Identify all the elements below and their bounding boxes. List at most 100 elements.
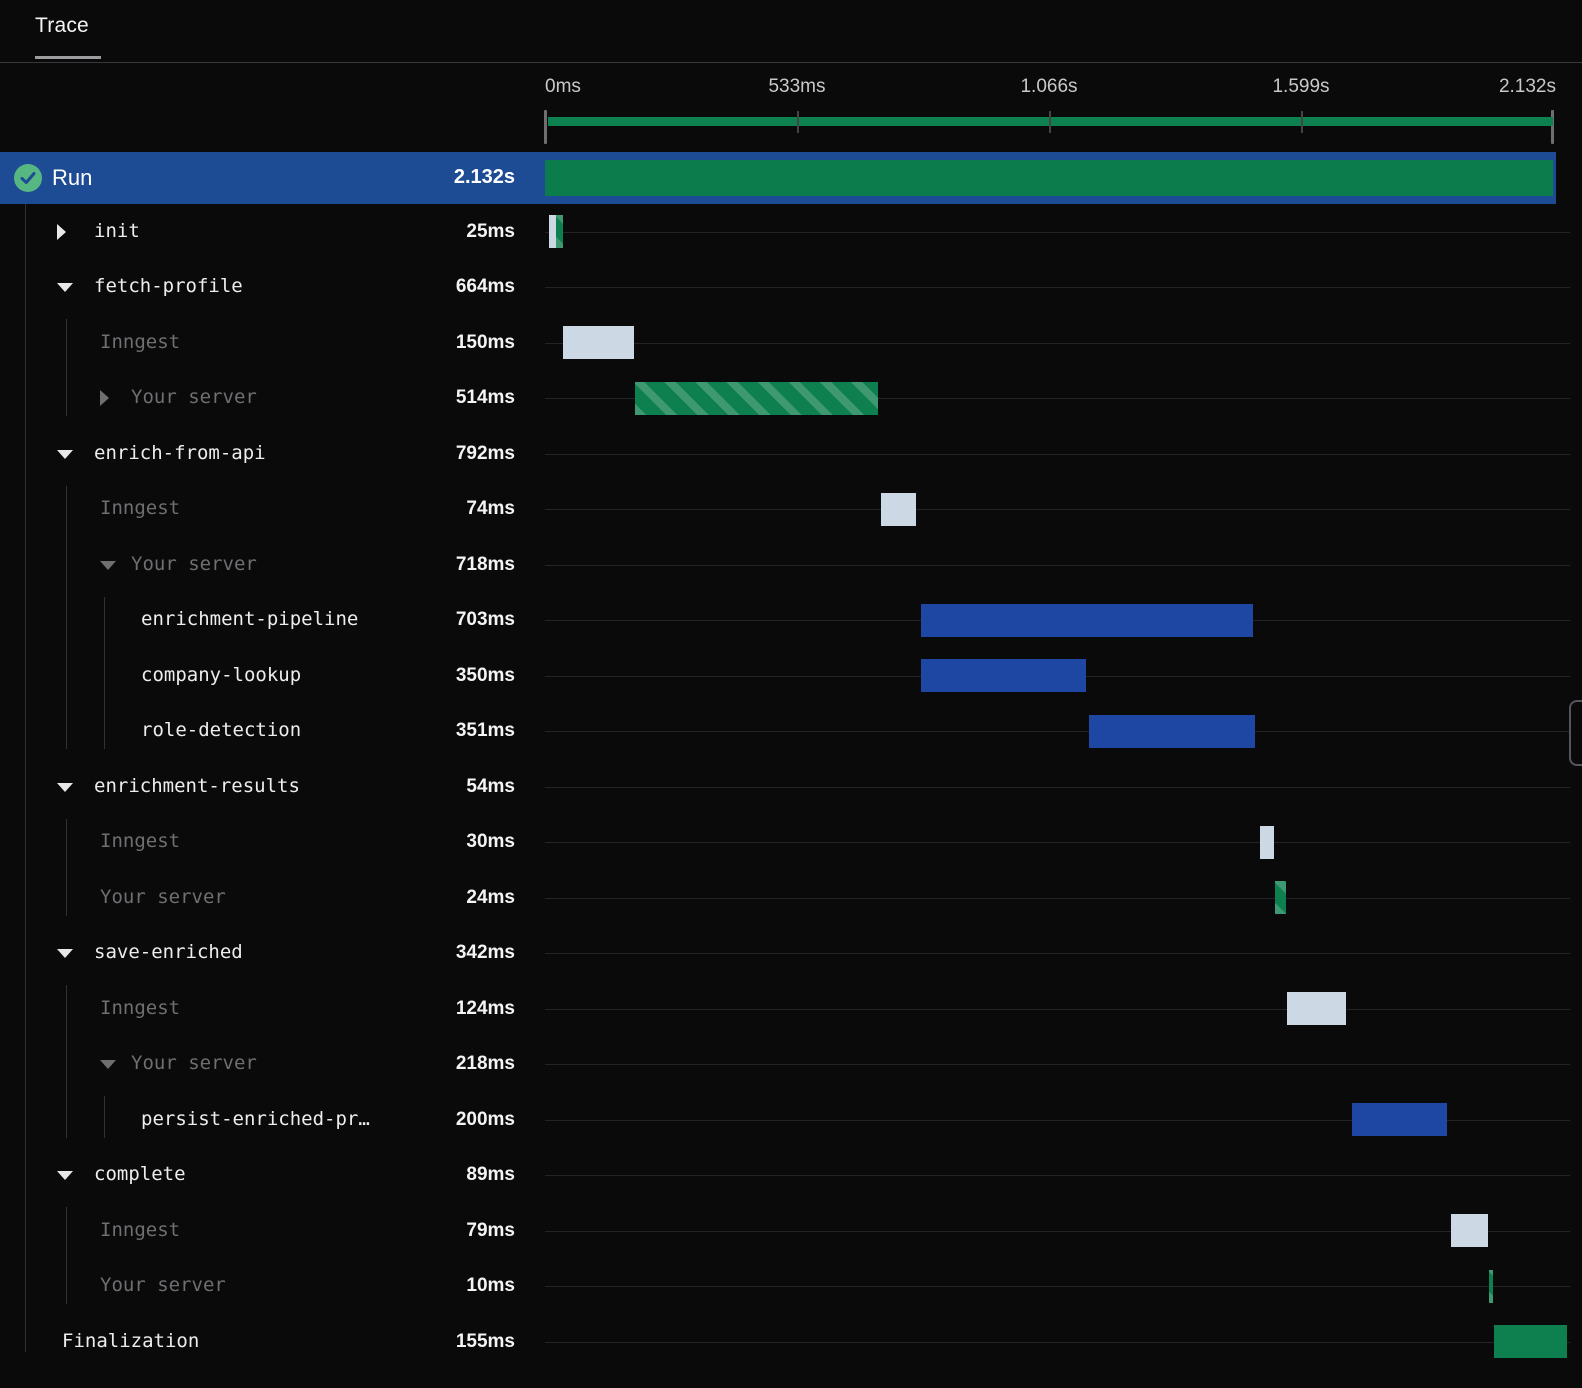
- indent-guide-line: [66, 1207, 67, 1304]
- span-bar-green-hatch[interactable]: [556, 215, 563, 249]
- trace-row-enrichment-pipeline[interactable]: enrichment-pipeline 703ms: [0, 593, 1582, 649]
- caret-down-icon[interactable]: [100, 1060, 116, 1070]
- trace-row-duration: 350ms: [455, 664, 515, 686]
- span-bar-green-hatch[interactable]: [634, 381, 878, 415]
- scrollbar-thumb[interactable]: [1569, 700, 1582, 766]
- span-bar-green-hatch[interactable]: [1488, 1269, 1494, 1303]
- span-bar-blue[interactable]: [1088, 714, 1255, 748]
- axis-tick-label: 0ms: [545, 76, 581, 97]
- trace-row-label: Your server: [100, 885, 226, 908]
- trace-row-duration: 155ms: [455, 1330, 515, 1352]
- run-span-bar[interactable]: [545, 160, 1553, 196]
- span-bar-gray[interactable]: [881, 492, 917, 526]
- row-gridline: [545, 1230, 1570, 1232]
- run-row[interactable]: Run 2.132s: [0, 152, 1556, 204]
- caret-down-icon[interactable]: [57, 449, 73, 459]
- span-bar-gray[interactable]: [1259, 825, 1275, 859]
- minimap-mid-tick: [1301, 111, 1303, 133]
- caret-right-icon[interactable]: [57, 223, 66, 240]
- trace-row-role-detection[interactable]: role-detection 351ms: [0, 704, 1582, 760]
- span-bar-gray[interactable]: [562, 326, 634, 360]
- trace-row-label: Your server: [131, 386, 257, 409]
- tab-bar: Trace: [0, 0, 1582, 63]
- trace-row-persist-enriched-pr-[interactable]: persist-enriched-pr… 200ms: [0, 1092, 1582, 1148]
- caret-down-icon[interactable]: [57, 782, 73, 792]
- trace-row-company-lookup[interactable]: company-lookup 350ms: [0, 648, 1582, 704]
- span-bar-gray[interactable]: [1287, 992, 1346, 1026]
- trace-row-duration: 25ms: [466, 220, 515, 242]
- tab-trace[interactable]: Trace: [35, 14, 101, 62]
- trace-row-duration: 514ms: [455, 387, 515, 409]
- trace-row-label: enrichment-results: [94, 774, 300, 797]
- axis-tick-label: 533ms: [768, 76, 826, 97]
- span-bar-blue[interactable]: [1352, 1103, 1447, 1137]
- caret-down-icon[interactable]: [100, 560, 116, 570]
- trace-row-duration: 342ms: [455, 942, 515, 964]
- span-bar-gray[interactable]: [549, 215, 557, 249]
- row-gridline: [545, 1286, 1570, 1288]
- indent-guide-line: [66, 319, 67, 416]
- trace-row-init[interactable]: init 25ms: [0, 204, 1582, 260]
- trace-row-fetch-profile[interactable]: fetch-profile 664ms: [0, 260, 1582, 316]
- caret-down-icon[interactable]: [57, 283, 73, 293]
- trace-row-duration: 351ms: [455, 720, 515, 742]
- trace-row-your-server[interactable]: Your server 218ms: [0, 1037, 1582, 1093]
- trace-row-label: complete: [94, 1163, 186, 1186]
- trace-row-duration: 150ms: [455, 331, 515, 353]
- row-gridline: [545, 1064, 1570, 1066]
- row-gridline: [545, 231, 1570, 233]
- check-circle-icon: [14, 164, 42, 192]
- trace-row-label: Inngest: [100, 497, 181, 520]
- trace-row-save-enriched[interactable]: save-enriched 342ms: [0, 926, 1582, 982]
- axis-tick-label: 1.066s: [1020, 76, 1078, 97]
- caret-right-icon[interactable]: [100, 390, 109, 407]
- trace-row-duration: 703ms: [455, 609, 515, 631]
- trace-row-duration: 24ms: [466, 886, 515, 908]
- span-bar-blue[interactable]: [920, 659, 1087, 693]
- trace-row-duration: 30ms: [466, 831, 515, 853]
- trace-row-label: save-enriched: [94, 941, 243, 964]
- row-gridline: [545, 1175, 1570, 1177]
- trace-row-inngest[interactable]: Inngest 79ms: [0, 1203, 1582, 1259]
- trace-row-finalization[interactable]: Finalization 155ms: [0, 1314, 1582, 1370]
- row-gridline: [545, 509, 1570, 511]
- trace-row-duration: 718ms: [455, 553, 515, 575]
- trace-row-your-server[interactable]: Your server 10ms: [0, 1259, 1582, 1315]
- row-gridline: [545, 953, 1570, 955]
- span-bar-gray[interactable]: [1450, 1214, 1489, 1248]
- indent-guide-line: [66, 818, 67, 916]
- trace-row-your-server[interactable]: Your server 514ms: [0, 371, 1582, 427]
- trace-row-your-server[interactable]: Your server 718ms: [0, 537, 1582, 593]
- trace-row-inngest[interactable]: Inngest 30ms: [0, 815, 1582, 871]
- minimap-end-tick: [544, 110, 547, 144]
- axis-tick-label: 2.132s: [1498, 76, 1556, 97]
- trace-row-label: enrich-from-api: [94, 441, 266, 464]
- caret-down-icon[interactable]: [57, 949, 73, 959]
- trace-row-label: enrichment-pipeline: [141, 608, 359, 631]
- trace-row-inngest[interactable]: Inngest 150ms: [0, 315, 1582, 371]
- trace-row-enrichment-results[interactable]: enrichment-results 54ms: [0, 759, 1582, 815]
- span-bar-green[interactable]: [1493, 1325, 1568, 1359]
- row-gridline: [545, 786, 1570, 788]
- indent-guide-line: [66, 985, 67, 1138]
- trace-row-label: Finalization: [62, 1329, 200, 1352]
- span-bar-blue[interactable]: [920, 603, 1254, 637]
- trace-row-inngest[interactable]: Inngest 74ms: [0, 482, 1582, 538]
- minimap-mid-tick: [797, 111, 799, 133]
- run-row-duration: 2.132s: [453, 166, 515, 188]
- trace-row-complete[interactable]: complete 89ms: [0, 1148, 1582, 1204]
- trace-row-enrich-from-api[interactable]: enrich-from-api 792ms: [0, 426, 1582, 482]
- tab-trace-label: Trace: [35, 14, 89, 37]
- row-gridline: [545, 842, 1570, 844]
- tab-active-underline: [35, 56, 101, 59]
- trace-row-label: Your server: [131, 552, 257, 575]
- trace-row-your-server[interactable]: Your server 24ms: [0, 870, 1582, 926]
- trace-row-inngest[interactable]: Inngest 124ms: [0, 981, 1582, 1037]
- row-gridline: [545, 1341, 1570, 1343]
- trace-row-label: Your server: [100, 1274, 226, 1297]
- span-bar-green-hatch[interactable]: [1274, 881, 1287, 915]
- caret-down-icon[interactable]: [57, 1171, 73, 1181]
- trace-row-label: Inngest: [100, 830, 181, 853]
- trace-row-duration: 664ms: [455, 276, 515, 298]
- trace-row-label: init: [94, 219, 140, 242]
